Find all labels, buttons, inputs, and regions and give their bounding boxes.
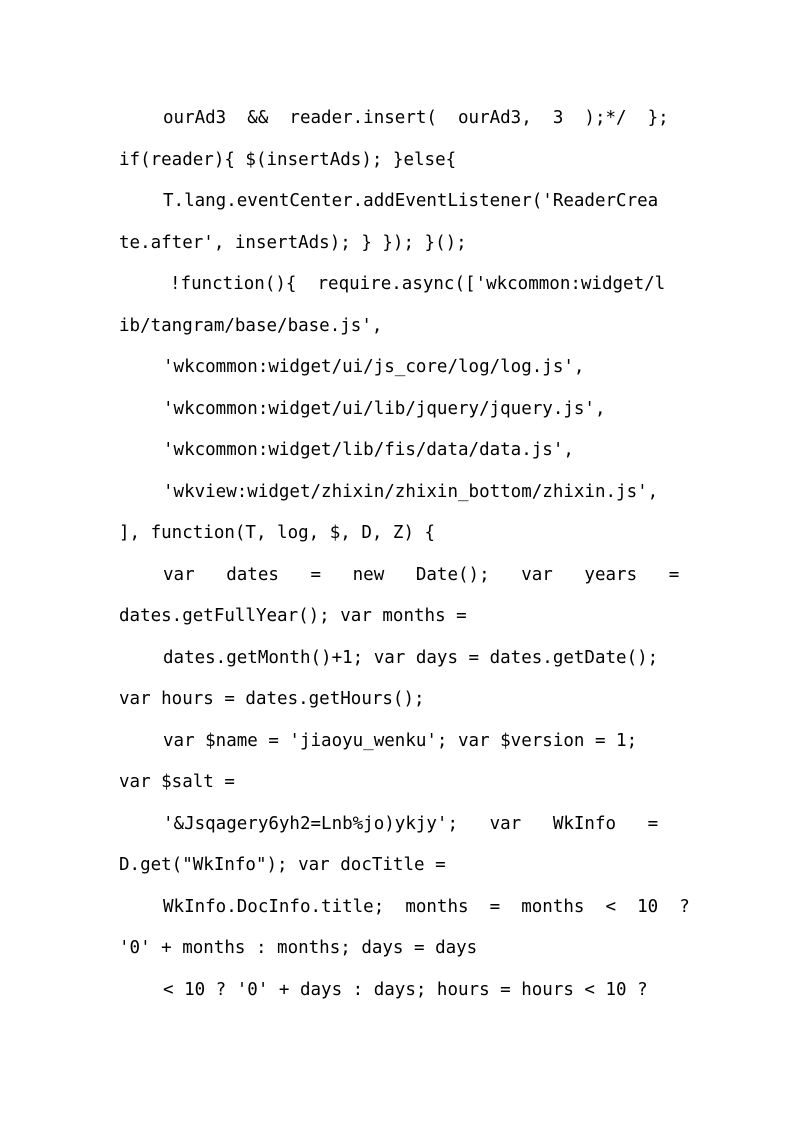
code-line-text: dates.getFullYear(); var months =	[119, 606, 467, 626]
code-line-text: var $salt =	[119, 772, 235, 792]
code-line: te.after', insertAds); } }); }();	[119, 223, 676, 265]
code-line: WkInfo.DocInfo.title; months = months < …	[119, 887, 690, 929]
code-line: 'wkview:widget/zhixin/zhixin_bottom/zhix…	[119, 472, 676, 514]
code-line-text: dates.getMonth()+1; var days = dates.get…	[163, 647, 659, 668]
code-text-block: ourAd3 && reader.insert( ourAd3, 3 );*/ …	[119, 98, 690, 1012]
code-line: 'wkcommon:widget/ui/lib/jquery/jquery.js…	[119, 389, 676, 431]
code-line-text: te.after', insertAds); } }); }();	[119, 232, 467, 253]
code-line-text: 'wkview:widget/zhixin/zhixin_bottom/zhix…	[163, 481, 659, 502]
code-line: var $salt =	[119, 762, 676, 804]
code-line: !function(){ require.async(['wkcommon:wi…	[119, 264, 676, 306]
code-line-text: '&Jsqagery6yh2=Lnb%jo)ykjy'; var WkInfo …	[163, 813, 659, 834]
code-line-text: !function(){ require.async(['wkcommon:wi…	[170, 274, 666, 294]
code-line: D.get("WkInfo"); var docTitle =	[119, 845, 676, 887]
document-page: ourAd3 && reader.insert( ourAd3, 3 );*/ …	[0, 0, 794, 1123]
code-line: '0' + months : months; days = days	[119, 928, 676, 970]
code-line-text: T.lang.eventCenter.addEventListener('Rea…	[163, 191, 659, 211]
code-line-text: WkInfo.DocInfo.title; months = months < …	[163, 896, 690, 917]
code-line-text: '0' + months : months; days = days	[119, 938, 478, 958]
code-line: T.lang.eventCenter.addEventListener('Rea…	[119, 181, 676, 223]
code-line: '&Jsqagery6yh2=Lnb%jo)ykjy'; var WkInfo …	[119, 804, 676, 846]
code-line: ib/tangram/base/base.js',	[119, 306, 676, 348]
code-line: dates.getMonth()+1; var days = dates.get…	[119, 638, 676, 680]
code-line-text: ], function(T, log, $, D, Z) {	[119, 523, 436, 543]
code-line-text: var dates = new Date(); var years =	[163, 564, 680, 585]
code-line-text: 'wkcommon:widget/ui/js_core/log/log.js',	[163, 357, 585, 377]
code-line-text: ib/tangram/base/base.js',	[119, 315, 383, 336]
code-line: ourAd3 && reader.insert( ourAd3, 3 );*/ …	[119, 98, 676, 140]
code-line: ], function(T, log, $, D, Z) {	[119, 513, 676, 555]
code-line: var hours = dates.getHours();	[119, 679, 676, 721]
code-line-text: var $name = 'jiaoyu_wenku'; var $version…	[163, 730, 638, 751]
code-line: var $name = 'jiaoyu_wenku'; var $version…	[119, 721, 676, 763]
code-line-text: 'wkcommon:widget/ui/lib/jquery/jquery.js…	[163, 398, 606, 419]
code-line-text: D.get("WkInfo"); var docTitle =	[119, 855, 446, 875]
code-line: dates.getFullYear(); var months =	[119, 596, 676, 638]
code-line: 'wkcommon:widget/lib/fis/data/data.js',	[119, 430, 676, 472]
code-line: 'wkcommon:widget/ui/js_core/log/log.js',	[119, 347, 676, 389]
code-line-text: < 10 ? '0' + days : days; hours = hours …	[163, 979, 648, 1000]
code-line: < 10 ? '0' + days : days; hours = hours …	[119, 970, 676, 1012]
code-line-text: 'wkcommon:widget/lib/fis/data/data.js',	[163, 440, 574, 460]
code-line: if(reader){ $(insertAds); }else{	[119, 140, 676, 182]
code-line-text: var hours = dates.getHours();	[119, 689, 425, 709]
code-line-text: if(reader){ $(insertAds); }else{	[119, 149, 457, 170]
code-line: var dates = new Date(); var years =	[119, 555, 680, 597]
code-line-text: ourAd3 && reader.insert( ourAd3, 3 );*/ …	[163, 108, 669, 128]
